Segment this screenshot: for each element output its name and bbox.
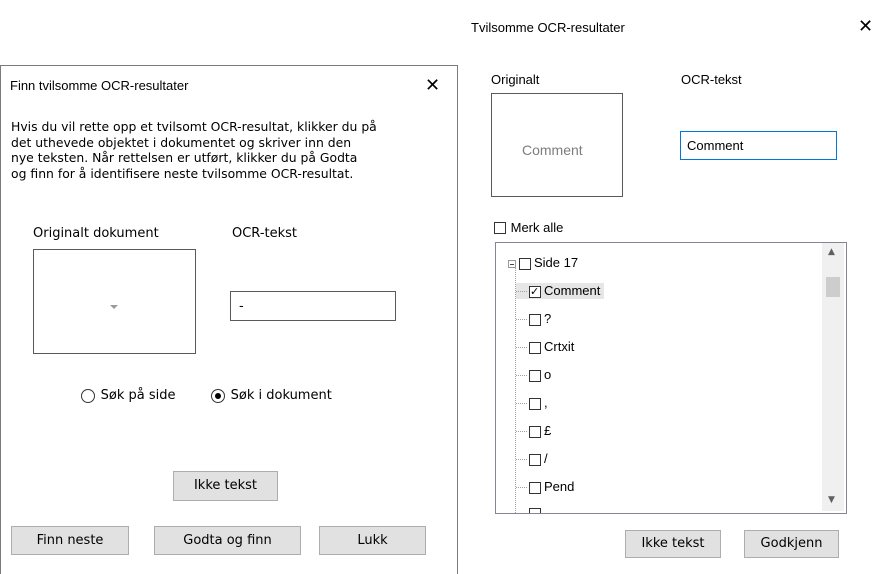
find-next-button[interactable]: Finn neste [11, 526, 129, 555]
dialog-title: Finn tvilsomme OCR-resultater [10, 78, 189, 93]
chevron-up-icon[interactable]: ▲ [828, 247, 835, 257]
original-crop-text: Comment [522, 142, 583, 158]
questionable-ocr-results-dialog: Tvilsomme OCR-resultater ✕ Originalt OCR… [465, 0, 874, 574]
original-label: Originalt [491, 72, 540, 87]
checkbox[interactable] [494, 221, 506, 234]
original-preview: Comment [491, 93, 623, 197]
tree-root-node[interactable]: Side 17 [508, 255, 578, 271]
radio-button[interactable] [81, 388, 95, 403]
ocr-text-input[interactable] [680, 131, 837, 160]
checkbox[interactable] [529, 507, 541, 513]
checkbox[interactable] [529, 313, 541, 326]
tree-item[interactable]: Pend [516, 479, 574, 495]
instructions-text: Hvis du vil rette opp et tvilsomt OCR-re… [11, 119, 377, 181]
select-all-label: Merk alle [510, 220, 564, 236]
close-button[interactable]: Lukk [319, 526, 426, 555]
checkbox[interactable] [529, 453, 541, 466]
checkbox[interactable] [529, 341, 541, 354]
minus-box-icon[interactable] [508, 259, 516, 268]
checkbox[interactable] [529, 425, 541, 438]
original-document-label: Originalt dokument [33, 226, 159, 241]
accept-and-find-button[interactable]: Godta og finn [154, 526, 301, 555]
radio-search-page[interactable]: Søk på side [81, 387, 175, 403]
ocr-text-label: OCR-tekst [681, 72, 742, 87]
radio-search-page-label: Søk på side [100, 388, 176, 404]
tree-item[interactable]: £ [516, 423, 551, 439]
radio-search-document[interactable]: Søk i dokument [211, 387, 332, 403]
tree-scrollbar[interactable]: ▲ ▼ [822, 243, 844, 511]
radio-search-document-label: Søk i dokument [230, 388, 332, 404]
dialog-title: Tvilsomme OCR-resultater [471, 20, 625, 35]
preview-mark [110, 305, 118, 309]
tree-item[interactable]: o [516, 367, 551, 383]
tree-guide [515, 265, 516, 513]
checkbox[interactable] [529, 397, 541, 410]
close-icon[interactable]: ✕ [425, 77, 440, 95]
not-text-button[interactable]: Ikke tekst [173, 471, 278, 501]
chevron-down-icon[interactable]: ▼ [828, 495, 835, 505]
find-ocr-results-dialog: Finn tvilsomme OCR-resultater ✕ Hvis du … [0, 65, 458, 574]
tree-item[interactable]: Crtxit [516, 339, 574, 355]
tree-item[interactable]: / [516, 451, 548, 467]
checkbox-checked[interactable] [529, 284, 541, 300]
checkbox[interactable] [519, 257, 531, 270]
ocr-text-input[interactable] [230, 291, 396, 321]
tree-item[interactable]: Comment [516, 283, 605, 300]
scrollbar-thumb[interactable] [826, 277, 840, 297]
tree-item[interactable]: ? [516, 311, 551, 327]
radio-button-selected[interactable] [211, 388, 225, 403]
close-icon[interactable]: ✕ [858, 18, 873, 36]
ocr-results-tree[interactable]: Side 17 Comment ? Crtxit o , £ / Pend [495, 242, 847, 514]
ocr-text-label: OCR-tekst [232, 226, 297, 241]
tree-item[interactable]: , [516, 395, 548, 411]
select-all-checkbox[interactable]: Merk alle [494, 219, 563, 235]
checkbox[interactable] [529, 481, 541, 494]
not-text-button[interactable]: Ikke tekst [625, 530, 721, 558]
original-document-preview [33, 249, 196, 354]
title-bar: Finn tvilsomme OCR-resultater ✕ [1, 66, 457, 109]
approve-button[interactable]: Godkjenn [744, 530, 839, 558]
checkbox[interactable] [529, 369, 541, 382]
tree-item-partial[interactable] [516, 505, 541, 513]
